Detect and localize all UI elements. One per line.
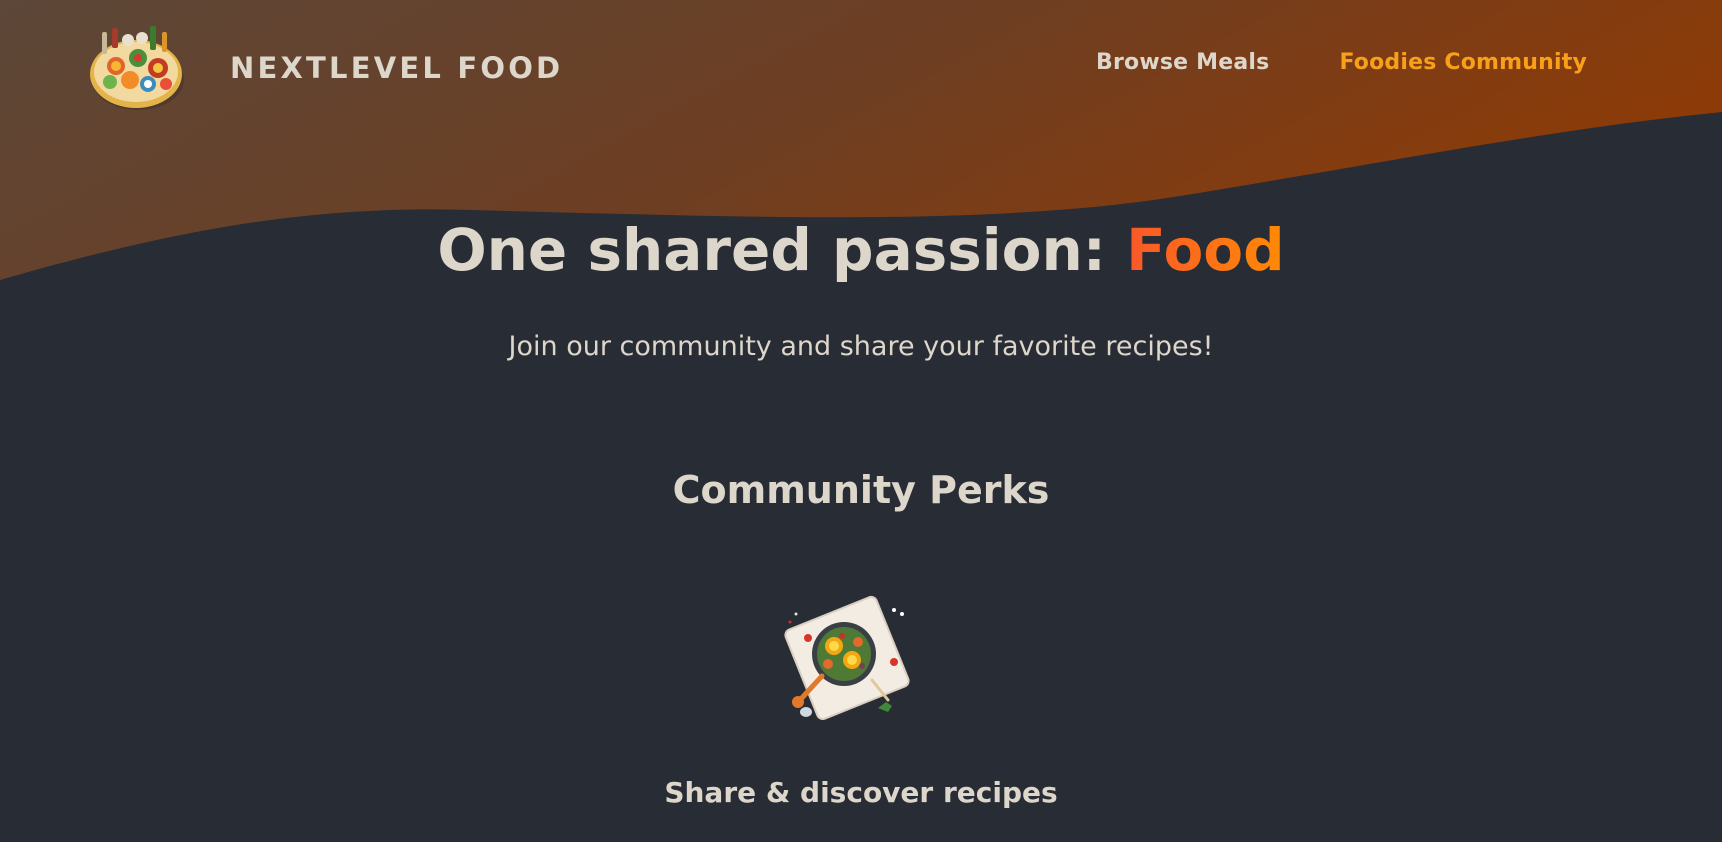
food-platter-icon [90, 26, 184, 110]
main-nav: Browse Meals Foodies Community [1096, 50, 1587, 75]
meal-plate-icon [784, 595, 910, 721]
nav-foodies-community[interactable]: Foodies Community [1339, 50, 1587, 75]
hero-title: One shared passion: Food [0, 216, 1722, 284]
hero-subtitle: Join our community and share your favori… [508, 331, 1214, 362]
brand-name: NEXTLEVEL FOOD [230, 51, 564, 85]
hero-title-highlight: Food [1126, 216, 1285, 284]
home-logo-link[interactable]: NEXTLEVEL FOOD [86, 18, 563, 118]
community-perks-heading: Community Perks [672, 468, 1050, 512]
page: NEXTLEVEL FOOD Browse Meals Foodies Comm… [0, 0, 1722, 842]
nav-browse-meals[interactable]: Browse Meals [1096, 50, 1269, 75]
site-header: NEXTLEVEL FOOD Browse Meals Foodies Comm… [0, 0, 1722, 135]
hero-title-prefix: One shared passion: [437, 216, 1127, 284]
perk-share-discover-recipes: Share & discover recipes [664, 776, 1058, 809]
